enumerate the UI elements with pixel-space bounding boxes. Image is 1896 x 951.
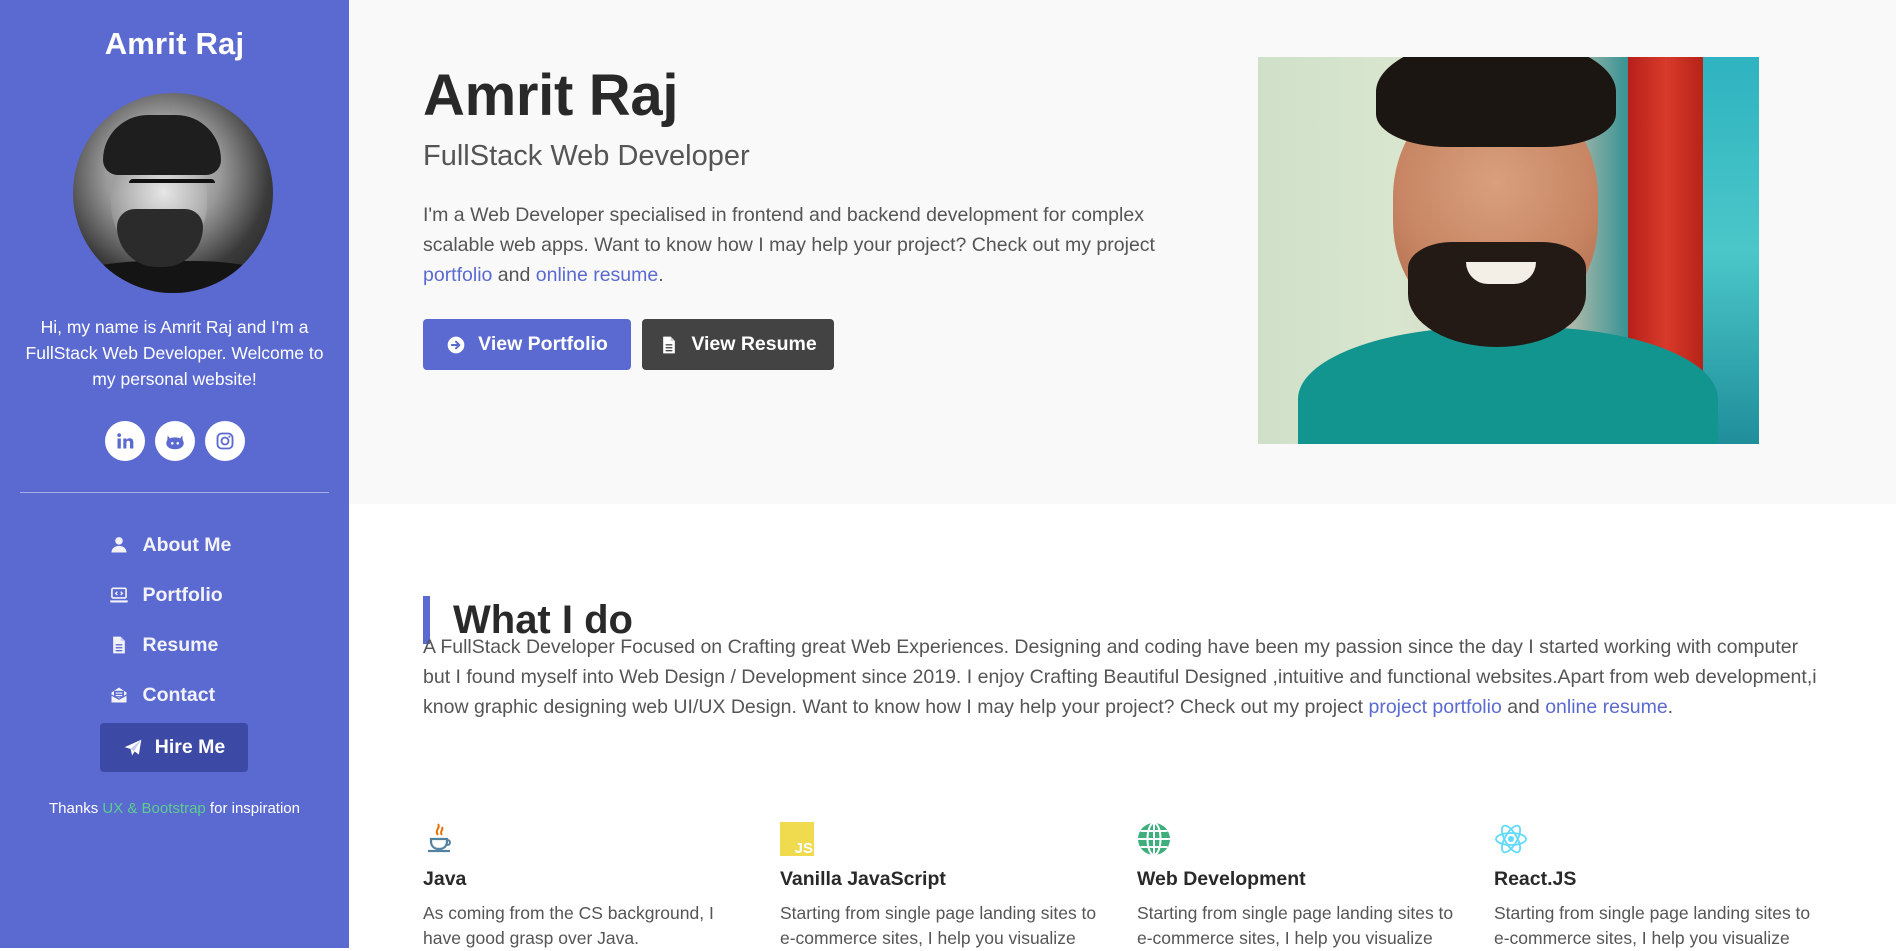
nav-contact[interactable]: Contact — [0, 670, 349, 720]
what-i-do-text: A FullStack Developer Focused on Craftin… — [423, 632, 1823, 722]
skill-description: Starting from single page landing sites … — [780, 903, 1097, 948]
profile-avatar — [73, 93, 273, 293]
intro-text: Hi, my name is Amrit Raj and I'm a FullS… — [25, 317, 324, 389]
view-portfolio-button[interactable]: View Portfolio — [423, 319, 631, 370]
hero-desc-and: and — [492, 264, 536, 286]
sidebar-nav: About Me Portfolio Resume Contact — [0, 520, 349, 720]
envelope-open-icon — [110, 687, 127, 703]
user-icon — [111, 537, 126, 553]
file-icon — [663, 336, 676, 353]
skill-description: Starting from single page landing sites … — [1137, 903, 1454, 948]
nav-about-me[interactable]: About Me — [0, 520, 349, 570]
what-i-do-and: and — [1501, 696, 1546, 718]
online-resume-link-2[interactable]: online resume — [1545, 696, 1667, 718]
credits-link[interactable]: UX & Bootstrap — [102, 800, 205, 817]
instagram-icon[interactable] — [204, 421, 245, 461]
arrow-circle-right-icon — [447, 336, 465, 353]
java-icon — [428, 823, 451, 853]
hero-desc-text: I'm a Web Developer specialised in front… — [423, 204, 1155, 256]
hire-me-label: Hire Me — [154, 736, 226, 758]
project-portfolio-link[interactable]: project portfolio — [1368, 696, 1501, 718]
hire-me-button[interactable]: Hire Me — [100, 723, 248, 772]
javascript-icon: JS — [780, 822, 814, 856]
skill-card-react: React.JS Starting from single page landi… — [1494, 822, 1851, 951]
file-icon — [112, 636, 125, 654]
skill-title: Web Development — [1137, 868, 1306, 890]
laptop-code-icon — [109, 587, 128, 603]
nav-resume[interactable]: Resume — [0, 620, 349, 670]
nav-contact-label: Contact — [142, 683, 216, 706]
skill-title: Java — [423, 868, 467, 890]
view-resume-button[interactable]: View Resume — [642, 319, 834, 370]
hero-section: Amrit Raj FullStack Web Developer I'm a … — [349, 0, 1896, 504]
hero-subtitle: FullStack Web Developer — [423, 140, 750, 172]
credits-prefix: Thanks — [49, 800, 103, 817]
hero-name: Amrit Raj — [423, 63, 679, 128]
skill-card-web-development: Web Development Starting from single pag… — [1137, 822, 1494, 951]
skill-card-java: Java As coming from the CS background, I… — [423, 822, 780, 951]
skill-card-javascript: JS Vanilla JavaScript Starting from sing… — [780, 822, 1137, 951]
site-title[interactable]: Amrit Raj — [0, 26, 349, 62]
linkedin-icon[interactable] — [104, 421, 145, 461]
hero-desc-end: . — [658, 264, 664, 286]
globe-icon — [1138, 822, 1170, 856]
svg-text:JS: JS — [795, 840, 813, 856]
github-icon[interactable] — [154, 421, 195, 461]
skill-description: As coming from the CS background, I have… — [423, 903, 714, 948]
sidebar-divider — [20, 492, 329, 493]
skill-description: Starting from single page landing sites … — [1494, 903, 1811, 948]
profile-photo — [1258, 57, 1759, 444]
view-resume-label: View Resume — [691, 333, 817, 355]
nav-about-me-label: About Me — [142, 533, 232, 556]
credits-suffix: for inspiration — [205, 800, 300, 817]
view-portfolio-label: View Portfolio — [478, 333, 608, 355]
react-icon — [1495, 824, 1527, 854]
skills-list: Java As coming from the CS background, I… — [423, 822, 1863, 951]
skill-title: React.JS — [1494, 868, 1577, 890]
nav-resume-label: Resume — [142, 633, 219, 656]
portfolio-link[interactable]: portfolio — [423, 264, 492, 286]
online-resume-link[interactable]: online resume — [536, 264, 658, 286]
sidebar: Amrit Raj Hi, my name is Amrit Raj and I… — [0, 0, 349, 948]
social-links — [0, 421, 349, 461]
nav-portfolio[interactable]: Portfolio — [0, 570, 349, 620]
hero-description: I'm a Web Developer specialised in front… — [423, 200, 1183, 290]
what-i-do-end: . — [1667, 696, 1674, 718]
nav-portfolio-label: Portfolio — [142, 583, 223, 606]
paper-plane-icon — [124, 739, 142, 755]
credits-text: Thanks UX & Bootstrap for inspiration — [0, 800, 349, 817]
skill-title: Vanilla JavaScript — [780, 868, 946, 890]
